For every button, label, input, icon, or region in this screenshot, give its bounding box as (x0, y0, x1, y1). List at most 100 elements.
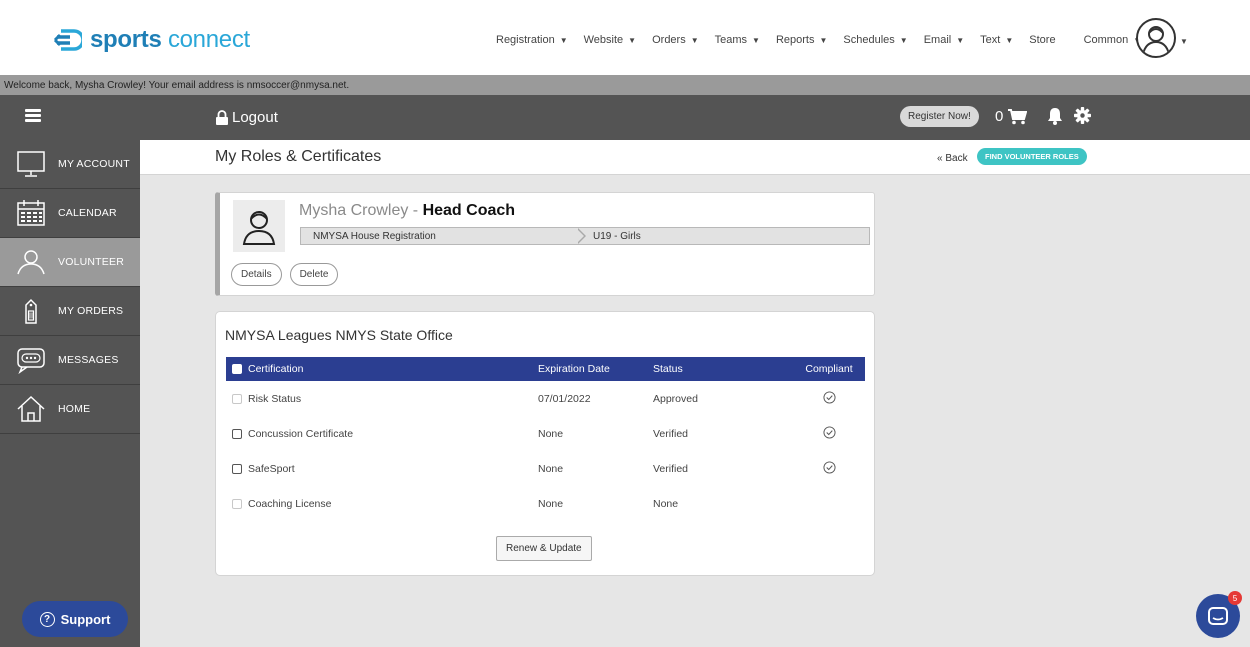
column-header-status: Status (653, 363, 683, 375)
caret-down-icon[interactable]: ▼ (1180, 37, 1188, 46)
role-card: Mysha Crowley - Head Coach NMYSA House R… (215, 192, 875, 296)
cell-certification: Risk Status (248, 392, 302, 405)
calendar-icon (17, 200, 45, 226)
find-volunteer-roles-button[interactable]: FIND VOLUNTEER ROLES (977, 148, 1087, 165)
register-now-button[interactable]: Register Now! (900, 106, 979, 127)
logo-icon (53, 29, 82, 51)
cell-expiration: None (538, 427, 564, 440)
table-row: Coaching License None None (226, 486, 865, 521)
cell-certification: SafeSport (248, 462, 295, 475)
nav-store[interactable]: Store (1029, 34, 1055, 46)
delete-button[interactable]: Delete (289, 263, 339, 286)
user-avatar-icon (1142, 26, 1170, 55)
cart-count: 0 (995, 108, 1004, 125)
top-navigation: sports connect Registration ▼ Website ▼ Or… (0, 0, 1250, 75)
sidebar-item-messages[interactable]: MESSAGES (0, 336, 140, 385)
breadcrumb-program: NMYSA House Registration (313, 231, 436, 242)
league-title: NMYSA Leagues NMYS State Office (225, 327, 453, 343)
sidebar-item-my-account[interactable]: MY ACCOUNT (0, 140, 140, 189)
column-header-compliant: Compliant (805, 363, 853, 375)
lock-icon (216, 110, 228, 125)
row-checkbox (232, 393, 242, 404)
nav-email[interactable]: Email ▼ (924, 34, 964, 46)
sidebar-item-calendar[interactable]: CALENDAR (0, 189, 140, 238)
column-header-certification: Certification (248, 363, 304, 375)
league-certifications-card: NMYSA Leagues NMYS State Office Certific… (215, 311, 875, 576)
person-avatar-icon (242, 211, 276, 245)
nav-registration[interactable]: Registration ▼ (496, 34, 568, 46)
role-name: Mysha Crowley - Head Coach (299, 202, 516, 219)
cart-icon[interactable] (1008, 108, 1027, 125)
sidebar-item-my-orders[interactable]: MY ORDERS (0, 287, 140, 336)
certifications-table: Certification Expiration Date Status Com… (226, 357, 865, 521)
table-row: SafeSport None Verified (226, 451, 865, 486)
nav-orders[interactable]: Orders ▼ (652, 34, 699, 46)
row-checkbox[interactable] (232, 428, 242, 439)
table-header-row: Certification Expiration Date Status Com… (226, 357, 865, 381)
caret-down-icon: ▼ (752, 35, 760, 45)
column-header-expiration: Expiration Date (538, 363, 610, 375)
hamburger-menu-icon[interactable] (25, 109, 41, 123)
caret-down-icon: ▼ (899, 35, 908, 45)
breadcrumb-separator-icon (576, 228, 586, 244)
person-name: Mysha Crowley (299, 202, 409, 219)
action-toolbar: Logout Register Now! 0 (0, 95, 1250, 140)
compliant-check-icon (822, 425, 836, 439)
chat-icon (17, 348, 45, 374)
role-breadcrumb: NMYSA House Registration U19 - Girls (300, 227, 870, 245)
cell-expiration: 07/01/2022 (538, 392, 591, 405)
page-title: My Roles & Certificates (215, 148, 382, 165)
sidebar-item-home[interactable]: HOME (0, 385, 140, 434)
row-checkbox (232, 498, 242, 509)
nav-website[interactable]: Website ▼ (584, 34, 636, 46)
role-title: Head Coach (422, 202, 516, 219)
page-header: My Roles & Certificates « Back FIND VOLU… (140, 140, 1250, 175)
notification-bell-icon[interactable] (1047, 107, 1063, 125)
details-button[interactable]: Details (231, 263, 282, 286)
nav-schedules[interactable]: Schedules ▼ (843, 34, 907, 46)
compliant-check-icon (822, 460, 836, 474)
logo-text: sports connect (90, 26, 250, 53)
chat-widget-icon (1208, 607, 1228, 625)
table-row: Concussion Certificate None Verified (226, 416, 865, 451)
table-row: Risk Status 07/01/2022 Approved (226, 381, 865, 416)
cell-status: Verified (653, 427, 689, 440)
breadcrumb-division: U19 - Girls (593, 231, 641, 242)
settings-gear-icon[interactable] (1074, 107, 1091, 124)
cell-status: Verified (653, 462, 689, 475)
caret-down-icon: ▼ (559, 35, 568, 45)
caret-down-icon: ▼ (819, 35, 828, 45)
caret-down-icon: ▼ (628, 35, 637, 45)
user-avatar[interactable] (1136, 18, 1176, 58)
renew-update-button[interactable]: Renew & Update (496, 536, 592, 561)
support-button[interactable]: ? Support (22, 601, 128, 637)
compliant-check-icon (822, 390, 836, 404)
cell-certification: Concussion Certificate (248, 427, 354, 440)
logout-button[interactable]: Logout (215, 109, 278, 126)
nav-teams[interactable]: Teams ▼ (715, 34, 760, 46)
cell-status: None (653, 497, 679, 510)
nav-reports[interactable]: Reports ▼ (776, 34, 827, 46)
person-icon (17, 250, 45, 275)
sidebar-item-volunteer[interactable]: VOLUNTEER (0, 238, 140, 287)
chat-unread-badge: 5 (1228, 591, 1242, 605)
select-all-checkbox[interactable] (232, 364, 242, 375)
cell-status: Approved (653, 392, 698, 405)
nav-common[interactable]: Common▼ (1084, 34, 1142, 46)
monitor-icon (17, 151, 45, 177)
main-menu: Registration ▼ Website ▼ Orders ▼ Teams ▼ Re… (496, 34, 1157, 46)
role-avatar (233, 200, 285, 252)
cell-expiration: None (538, 497, 564, 510)
sports-connect-logo[interactable]: sports connect (52, 26, 250, 54)
cell-expiration: None (538, 462, 564, 475)
back-link[interactable]: « Back (937, 153, 968, 164)
welcome-message: Welcome back, Mysha Crowley! Your email … (0, 75, 1250, 95)
role-actions: Details Delete (231, 263, 339, 286)
sidebar: MY ACCOUNT CALENDAR VOLUNTEER MY ORDERS (0, 140, 140, 647)
nav-text[interactable]: Text ▼ (980, 34, 1013, 46)
home-icon (17, 395, 45, 422)
caret-down-icon: ▼ (1005, 35, 1014, 45)
row-checkbox[interactable] (232, 463, 242, 474)
tag-icon (25, 298, 37, 324)
cell-certification: Coaching License (248, 497, 332, 510)
